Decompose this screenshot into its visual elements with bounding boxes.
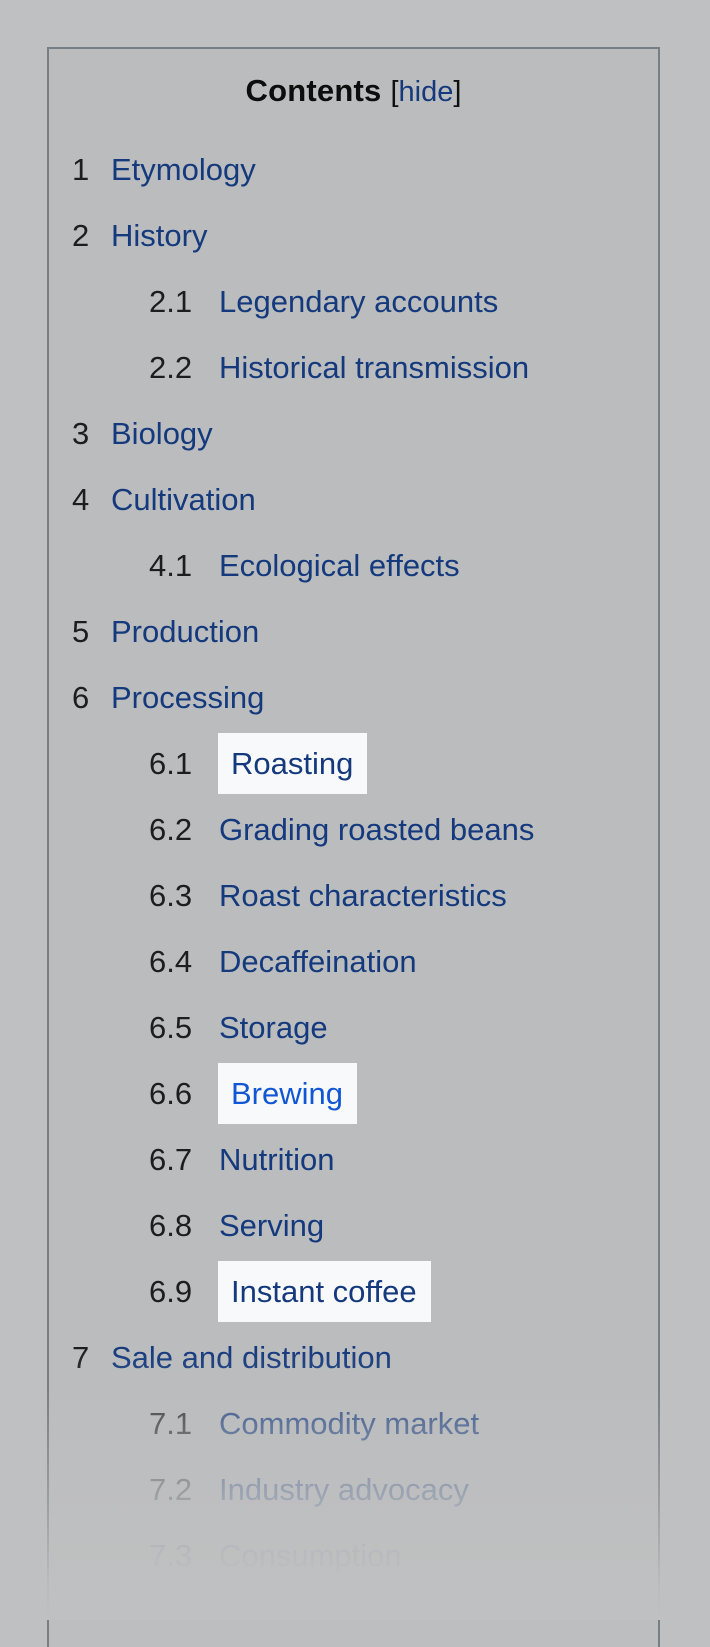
- toc-item-number: 6.6: [149, 1076, 193, 1111]
- toc-item-link[interactable]: Consumption: [219, 1538, 402, 1573]
- toc-item-link[interactable]: Cultivation: [111, 482, 256, 517]
- toc-item-number: 1: [72, 152, 90, 187]
- toc-item-link[interactable]: Nutrition: [219, 1142, 334, 1177]
- toc-item[interactable]: 4.1 Ecological effects: [49, 533, 658, 599]
- toc-item[interactable]: 3 Biology: [49, 401, 658, 467]
- toc-item-number: 6.9: [149, 1274, 193, 1309]
- toc-item-link[interactable]: History: [111, 218, 207, 253]
- table-of-contents-panel: Contents [hide] 1 Etymology 2 History 2.1 Lege…: [47, 47, 660, 1647]
- toc-item[interactable]: 6 Processing: [49, 665, 658, 731]
- toc-item-link[interactable]: Grading roasted beans: [219, 812, 534, 847]
- toc-item[interactable]: 6.9 Instant coffee: [49, 1259, 658, 1325]
- toc-item-number: 6: [72, 680, 90, 715]
- toc-item[interactable]: 6.7 Nutrition: [49, 1127, 658, 1193]
- toc-item-link[interactable]: Legendary accounts: [219, 284, 498, 319]
- toc-item-link[interactable]: Storage: [219, 1010, 328, 1045]
- toc-header: Contents [hide]: [49, 49, 658, 107]
- toc-item[interactable]: 7.2 Industry advocacy: [49, 1457, 658, 1523]
- toc-item-link[interactable]: Processing: [111, 680, 264, 715]
- toc-item-link[interactable]: Biology: [111, 416, 213, 451]
- toc-item-number: 4: [72, 482, 90, 517]
- toc-item-number: 7.3: [149, 1538, 193, 1573]
- toc-item[interactable]: 4 Cultivation: [49, 467, 658, 533]
- toc-item[interactable]: 6.8 Serving: [49, 1193, 658, 1259]
- toc-item[interactable]: 2.1 Legendary accounts: [49, 269, 658, 335]
- bracket-close: ]: [453, 76, 462, 108]
- toc-item-number: 5: [72, 614, 90, 649]
- toc-item-link[interactable]: Commodity market: [219, 1406, 479, 1441]
- toc-item-number: 2.2: [149, 350, 193, 385]
- toc-toggle[interactable]: [hide]: [390, 76, 461, 108]
- toc-item-number: 7.1: [149, 1406, 193, 1441]
- toc-item[interactable]: 6.1 Roasting: [49, 731, 658, 797]
- toc-item-link[interactable]: Decaffeination: [219, 944, 417, 979]
- toc-item-number: 6.8: [149, 1208, 193, 1243]
- toc-list: 1 Etymology 2 History 2.1 Legendary accounts 2…: [49, 137, 658, 1589]
- toc-item[interactable]: 7.3 Consumption: [49, 1523, 658, 1589]
- toc-item-link[interactable]: Historical transmission: [219, 350, 529, 385]
- toc-item[interactable]: 2 History: [49, 203, 658, 269]
- toc-item-number: 6.3: [149, 878, 193, 913]
- toc-item[interactable]: 1 Etymology: [49, 137, 658, 203]
- toc-item-link[interactable]: Instant coffee: [218, 1261, 431, 1322]
- toc-item[interactable]: 2.2 Historical transmission: [49, 335, 658, 401]
- toc-item-number: 3: [72, 416, 90, 451]
- toc-item-link[interactable]: Sale and distribution: [111, 1340, 392, 1375]
- toc-item-number: 7.2: [149, 1472, 193, 1507]
- toc-item-number: 2: [72, 218, 90, 253]
- toc-item[interactable]: 6.4 Decaffeination: [49, 929, 658, 995]
- toc-item-number: 6.7: [149, 1142, 193, 1177]
- toc-item[interactable]: 6.3 Roast characteristics: [49, 863, 658, 929]
- toc-hide-link[interactable]: hide: [399, 76, 454, 108]
- toc-item[interactable]: 7.1 Commodity market: [49, 1391, 658, 1457]
- toc-item-link[interactable]: Roasting: [218, 733, 368, 794]
- toc-item-number: 4.1: [149, 548, 193, 583]
- toc-item-number: 2.1: [149, 284, 193, 319]
- toc-item[interactable]: 6.6 Brewing: [49, 1061, 658, 1127]
- toc-item-link[interactable]: Production: [111, 614, 259, 649]
- toc-item-link[interactable]: Serving: [219, 1208, 324, 1243]
- toc-item-number: 6.5: [149, 1010, 193, 1045]
- toc-item-link[interactable]: Ecological effects: [219, 548, 460, 583]
- toc-item[interactable]: 5 Production: [49, 599, 658, 665]
- toc-item-link[interactable]: Brewing: [218, 1063, 357, 1124]
- toc-title: Contents: [245, 73, 382, 108]
- bracket-open: [: [390, 76, 399, 108]
- toc-item-link[interactable]: Roast characteristics: [219, 878, 507, 913]
- toc-item[interactable]: 6.5 Storage: [49, 995, 658, 1061]
- toc-item-number: 7: [72, 1340, 90, 1375]
- toc-item-number: 6.4: [149, 944, 193, 979]
- toc-item-link[interactable]: Etymology: [111, 152, 256, 187]
- toc-item-number: 6.1: [149, 746, 193, 781]
- toc-item-number: 6.2: [149, 812, 193, 847]
- toc-item-link[interactable]: Industry advocacy: [219, 1472, 469, 1507]
- toc-item[interactable]: 6.2 Grading roasted beans: [49, 797, 658, 863]
- toc-item[interactable]: 7 Sale and distribution: [49, 1325, 658, 1391]
